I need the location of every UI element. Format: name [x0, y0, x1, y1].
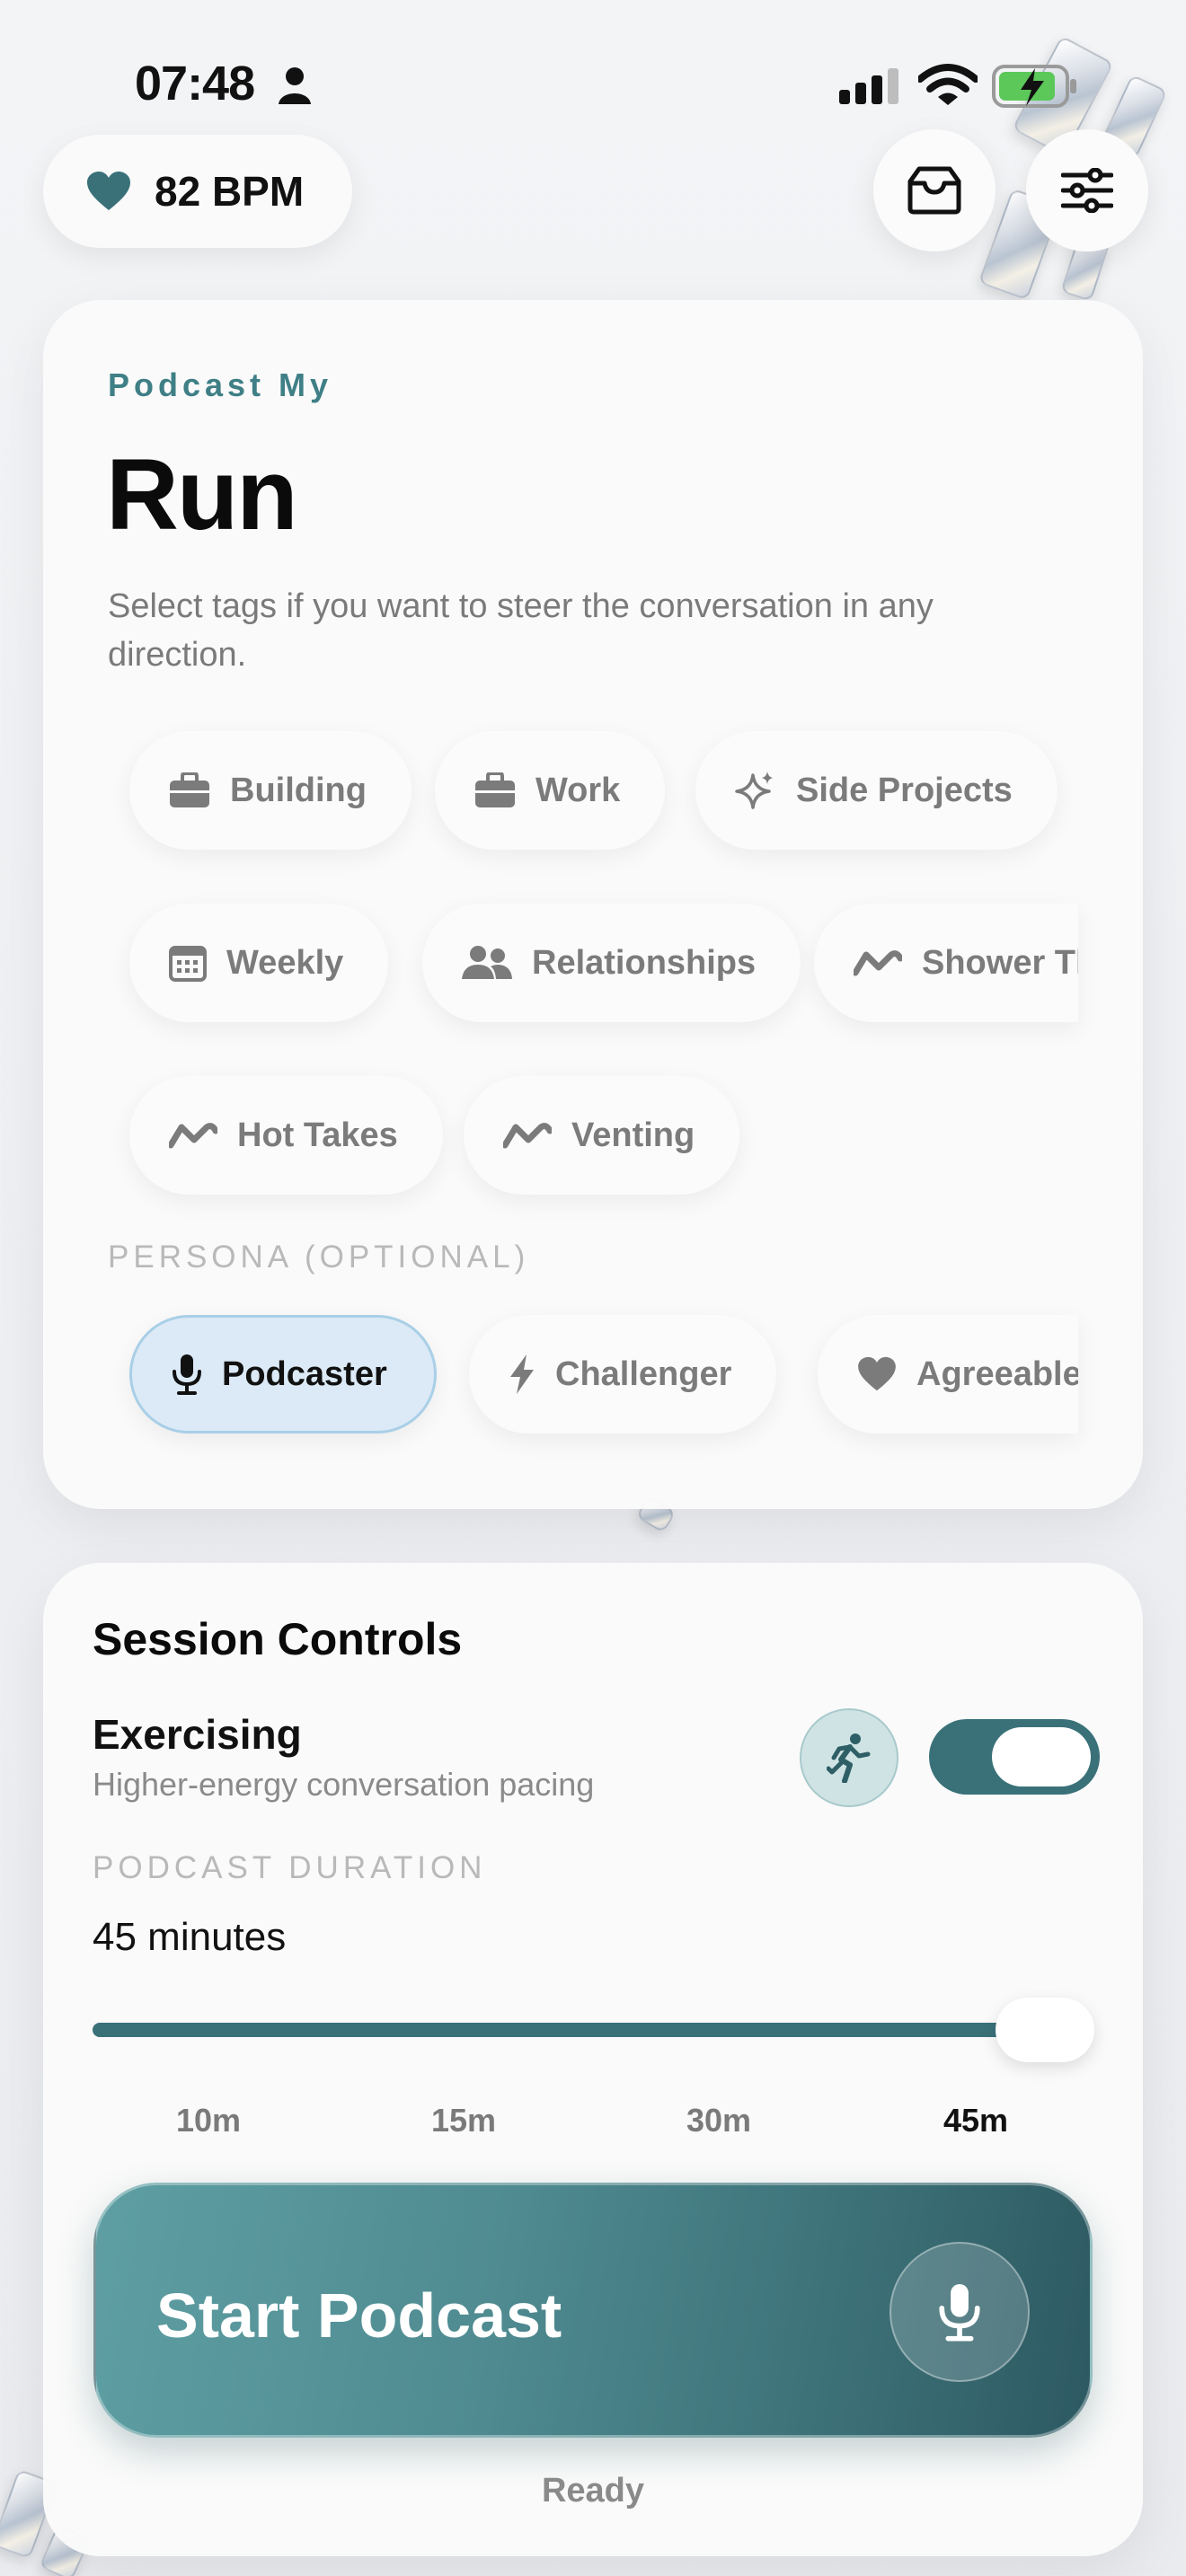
- sparkles-icon: [735, 772, 773, 809]
- tag-label: Weekly: [226, 943, 344, 982]
- tag-chip-building[interactable]: Building: [129, 731, 412, 850]
- exercise-mode-button[interactable]: [800, 1708, 898, 1807]
- persona-section-label: PERSONA (OPTIONAL): [108, 1239, 530, 1275]
- bolt-icon: [510, 1354, 534, 1394]
- sliders-icon: [1061, 168, 1113, 213]
- wifi-icon: [918, 64, 978, 105]
- running-figure-icon: [827, 1734, 871, 1783]
- heart-rate-value: 82 BPM: [155, 168, 305, 215]
- heart-icon: [858, 1356, 896, 1391]
- person-icon: [279, 67, 311, 104]
- heart-rate-pill[interactable]: 82 BPM: [43, 135, 352, 248]
- duration-tick[interactable]: 15m: [410, 2102, 518, 2139]
- tag-chip-weekly[interactable]: Weekly: [129, 904, 389, 1022]
- tag-chip-work[interactable]: Work: [435, 731, 666, 850]
- squiggle-icon: [854, 950, 902, 976]
- toggle-knob: [992, 1727, 1091, 1786]
- card-description: Select tags if you want to steer the con…: [108, 587, 934, 674]
- status-time: 07:48: [135, 57, 255, 110]
- persona-chip-agreeable[interactable]: Agreeable: [818, 1315, 1078, 1434]
- exercising-subtitle: Higher-energy conversation pacing: [93, 1766, 595, 1803]
- session-controls-title: Session Controls: [93, 1614, 463, 1664]
- squiggle-icon: [503, 1123, 552, 1149]
- podcast-duration-value: 45 minutes: [93, 1915, 287, 1959]
- settings-button[interactable]: [1026, 129, 1148, 251]
- mic-icon: [173, 1354, 201, 1395]
- cellular-signal-icon: [839, 68, 898, 104]
- duration-tick-selected[interactable]: 45m: [922, 2102, 1030, 2139]
- tag-label: Work: [535, 771, 621, 809]
- battery-charging-icon: [992, 65, 1076, 108]
- duration-tick[interactable]: 10m: [155, 2102, 262, 2139]
- mic-icon: [939, 2283, 980, 2342]
- tag-label: Venting: [571, 1116, 695, 1154]
- persona-label: Challenger: [555, 1354, 732, 1393]
- briefcase-icon: [170, 772, 209, 807]
- tag-chip-relationships[interactable]: Relationships: [422, 904, 801, 1022]
- tag-chip-shower-thoughts[interactable]: Shower Th: [814, 904, 1078, 1022]
- persona-label: Podcaster: [222, 1354, 387, 1393]
- persona-chip-challenger[interactable]: Challenger: [469, 1315, 777, 1434]
- duration-tick[interactable]: 30m: [665, 2102, 773, 2139]
- podcast-duration-label: PODCAST DURATION: [93, 1850, 487, 1885]
- status-text: Ready: [541, 2472, 645, 2510]
- tag-chip-side-projects[interactable]: Side Projects: [695, 731, 1058, 850]
- people-icon: [462, 946, 512, 979]
- exercising-title: Exercising: [93, 1711, 302, 1758]
- squiggle-icon: [169, 1123, 217, 1149]
- tag-label: Shower Th: [922, 943, 1078, 982]
- duration-slider-thumb[interactable]: [996, 1998, 1094, 2062]
- start-podcast-label: Start Podcast: [156, 2280, 562, 2351]
- duration-slider-track[interactable]: [93, 2023, 1054, 2037]
- exercising-toggle[interactable]: [929, 1719, 1100, 1795]
- tag-chip-venting[interactable]: Venting: [464, 1076, 740, 1195]
- tag-label: Building: [230, 771, 367, 809]
- persona-chip-podcaster[interactable]: Podcaster: [129, 1315, 437, 1434]
- heart-icon: [87, 172, 130, 210]
- tag-label: Relationships: [532, 943, 757, 982]
- calendar-icon: [169, 946, 207, 982]
- tag-label: Hot Takes: [237, 1116, 398, 1154]
- card-eyebrow: Podcast My: [108, 366, 333, 403]
- tag-chip-hot-takes[interactable]: Hot Takes: [129, 1076, 443, 1195]
- page-title: Run: [106, 438, 298, 551]
- tray-icon: [907, 166, 961, 215]
- inbox-button[interactable]: [873, 129, 996, 251]
- persona-label: Agreeable: [916, 1354, 1078, 1393]
- start-mic-button[interactable]: [890, 2242, 1030, 2382]
- briefcase-icon: [475, 772, 515, 807]
- tag-label: Side Projects: [796, 771, 1013, 809]
